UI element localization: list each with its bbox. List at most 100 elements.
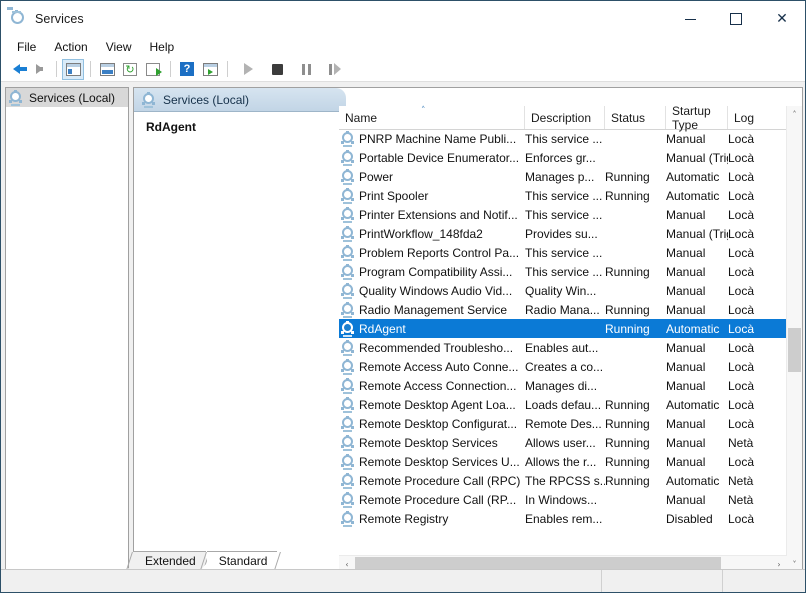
cell-startup-type: Automatic: [666, 397, 720, 412]
toolbar: ↻ ?: [1, 57, 805, 82]
cell-status: [605, 205, 666, 224]
menu-bar: File Action View Help: [1, 37, 805, 57]
cell-log-on-as: Locà: [728, 245, 755, 260]
column-header-name[interactable]: Name ˄: [339, 106, 525, 129]
cell-log-on-as: Netà: [728, 435, 754, 450]
table-row[interactable]: Remote Access Auto Conne... Creates a co.…: [339, 357, 787, 376]
show-hide-tree-icon[interactable]: [62, 58, 84, 80]
cell-description: Enables aut...: [525, 340, 599, 355]
minimize-button[interactable]: [667, 1, 713, 37]
cell-name: Remote Procedure Call (RP...: [339, 490, 525, 509]
cell-log-on-as: Locà: [728, 169, 755, 184]
cell-status: [605, 509, 666, 528]
vertical-scrollbar[interactable]: ˄ ˅: [786, 106, 802, 572]
table-row[interactable]: Remote Desktop Configurat... Remote Des..…: [339, 414, 787, 433]
table-row[interactable]: Remote Desktop Agent Loa... Loads defau..…: [339, 395, 787, 414]
table-row[interactable]: Print Spooler This service ... Running Auto…: [339, 186, 787, 205]
table-row[interactable]: Recommended Troublesho... Enables aut... M…: [339, 338, 787, 357]
menu-view[interactable]: View: [97, 38, 141, 56]
table-row[interactable]: Remote Access Connection... Manages di...…: [339, 376, 787, 395]
table-row[interactable]: Portable Device Enumerator... Enforces gr…: [339, 148, 787, 167]
export-list-icon[interactable]: [142, 59, 164, 80]
back-arrow-icon[interactable]: [5, 59, 27, 80]
maximize-button[interactable]: [713, 1, 759, 37]
cell-status: [605, 281, 666, 300]
cell-description: This service ...: [525, 245, 603, 260]
column-header-startup-type[interactable]: Startup Type: [666, 104, 728, 132]
service-name: Problem Reports Control Pa...: [359, 245, 520, 260]
table-row[interactable]: PNRP Machine Name Publi... This service .…: [339, 129, 787, 148]
service-name: Remote Access Connection...: [359, 378, 517, 393]
forward-arrow-icon[interactable]: [28, 59, 50, 80]
cell-status: Running: [605, 188, 650, 203]
cell-log-on-as: Locà: [728, 340, 755, 355]
service-name: Program Compatibility Assi...: [359, 264, 513, 279]
cell-description: Radio Mana...: [525, 302, 600, 317]
table-row[interactable]: Remote Registry Enables rem... Disabled Loc…: [339, 509, 787, 528]
cell-name: Portable Device Enumerator...: [339, 148, 525, 167]
cell-name: Power: [339, 167, 525, 186]
table-row[interactable]: Problem Reports Control Pa... This servic…: [339, 243, 787, 262]
cell-log-on-as: Locà: [728, 397, 755, 412]
cell-name: Problem Reports Control Pa...: [339, 243, 525, 262]
table-row[interactable]: Printer Extensions and Notif... This serv…: [339, 205, 787, 224]
cell-name: Radio Management Service: [339, 300, 525, 319]
service-gear-icon: [341, 416, 355, 432]
start-service-icon[interactable]: [237, 59, 259, 80]
table-row[interactable]: Remote Procedure Call (RP... In Windows..…: [339, 490, 787, 509]
tab-standard[interactable]: Standard: [199, 551, 278, 570]
service-gear-icon: [341, 435, 355, 451]
column-header-status[interactable]: Status: [605, 106, 666, 129]
table-row[interactable]: RdAgent Running Automatic Locà: [339, 319, 787, 338]
table-row[interactable]: Remote Procedure Call (RPC) The RPCSS s..…: [339, 471, 787, 490]
selected-service-title: RdAgent: [146, 120, 196, 134]
column-header-description[interactable]: Description: [525, 106, 605, 129]
menu-file[interactable]: File: [8, 38, 45, 56]
table-row[interactable]: Program Compatibility Assi... This servic…: [339, 262, 787, 281]
cell-log-on-as: Locà: [728, 454, 755, 469]
service-gear-icon: [341, 454, 355, 470]
refresh-icon[interactable]: ↻: [119, 59, 141, 80]
cell-startup-type: Automatic: [666, 188, 720, 203]
scroll-up-icon[interactable]: ˄: [787, 106, 802, 122]
cell-description: This service ...: [525, 188, 603, 203]
cell-startup-type: Automatic: [666, 321, 720, 336]
restart-service-icon[interactable]: [324, 59, 346, 80]
status-bar-panel-3: [723, 570, 805, 592]
service-gear-icon: [341, 473, 355, 489]
cell-description: The RPCSS s...: [525, 473, 605, 488]
tab-extended[interactable]: Extended: [126, 551, 206, 570]
close-button[interactable]: ✕: [759, 1, 805, 37]
table-row[interactable]: PrintWorkflow_148fda2 Provides su... Manua…: [339, 224, 787, 243]
pane-header: Services (Local): [134, 88, 346, 112]
table-row[interactable]: Quality Windows Audio Vid... Quality Win.…: [339, 281, 787, 300]
pause-service-icon[interactable]: [295, 59, 317, 80]
cell-startup-type: Manual: [666, 302, 706, 317]
console-tree-pane: Services (Local): [5, 87, 129, 573]
vertical-scroll-thumb[interactable]: [788, 328, 801, 372]
service-gear-icon: [341, 511, 355, 527]
services-gear-icon: [142, 92, 156, 108]
show-action-pane-icon[interactable]: [199, 59, 221, 80]
table-row[interactable]: Remote Desktop Services U... Allows the r…: [339, 452, 787, 471]
cell-log-on-as: Locà: [728, 416, 755, 431]
window-controls: ✕: [667, 1, 805, 37]
properties-icon[interactable]: [96, 59, 118, 80]
menu-action[interactable]: Action: [45, 38, 96, 56]
table-row[interactable]: Radio Management Service Radio Mana... Run…: [339, 300, 787, 319]
help-icon[interactable]: ?: [176, 59, 198, 80]
cell-startup-type: Manual: [666, 416, 706, 431]
stop-service-icon[interactable]: [266, 59, 288, 80]
table-row[interactable]: Remote Desktop Services Allows user... Run…: [339, 433, 787, 452]
pane-header-label: Services (Local): [163, 92, 250, 107]
cell-name: Recommended Troublesho...: [339, 338, 525, 357]
service-name: PNRP Machine Name Publi...: [359, 131, 517, 146]
menu-help[interactable]: Help: [141, 38, 184, 56]
column-header-log-on-as[interactable]: Log: [728, 106, 768, 129]
service-name: Print Spooler: [359, 188, 429, 203]
service-gear-icon: [341, 378, 355, 394]
cell-log-on-as: Locà: [728, 511, 755, 526]
service-name: PrintWorkflow_148fda2: [359, 226, 483, 241]
tree-node-services-local[interactable]: Services (Local): [6, 88, 128, 107]
table-row[interactable]: Power Manages p... Running Automatic Locà: [339, 167, 787, 186]
